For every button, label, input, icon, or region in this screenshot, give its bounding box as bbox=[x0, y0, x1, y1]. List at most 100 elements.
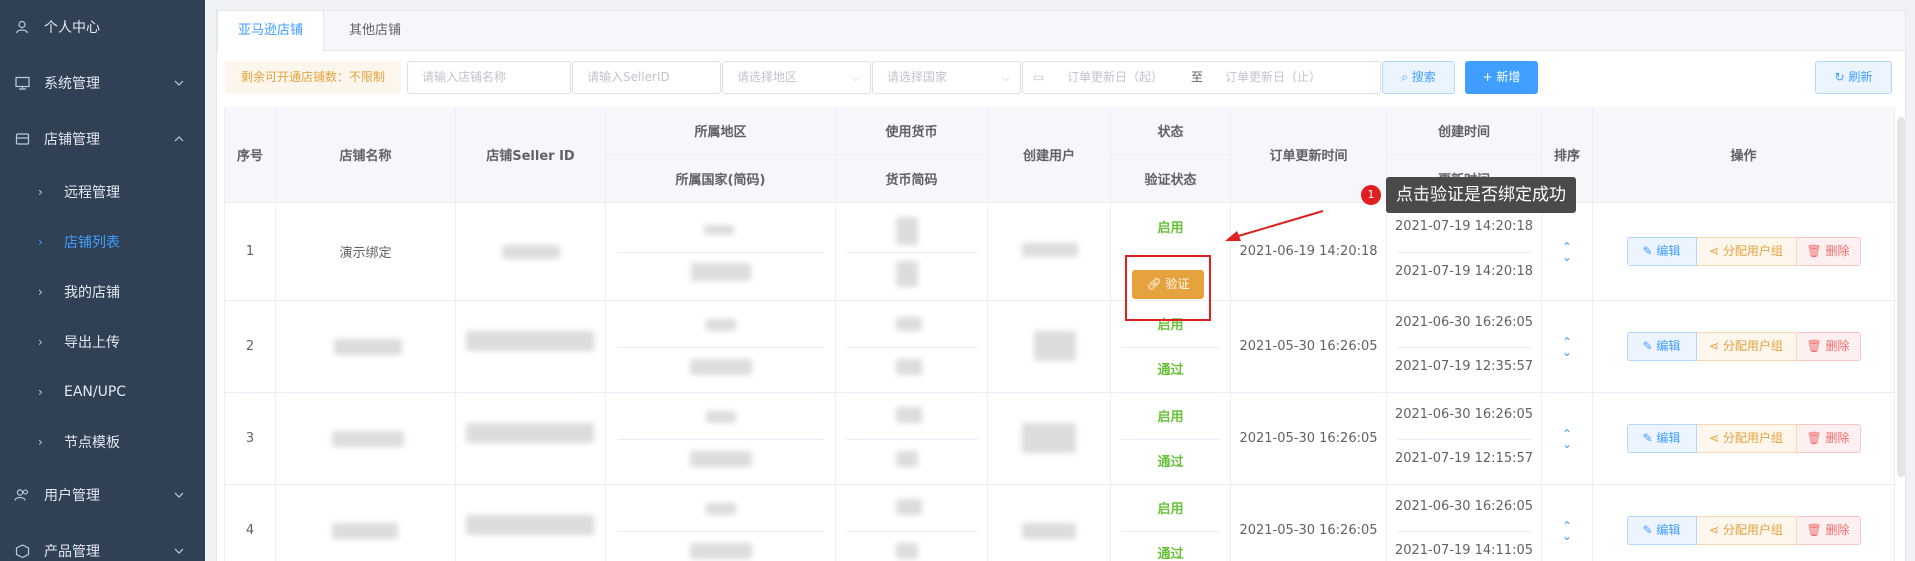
sidebar-item-export-upload[interactable]: › 导出上传 bbox=[0, 317, 205, 367]
cell-divider bbox=[1397, 531, 1532, 532]
row-1-actions: ✎ 编辑 ⋖ 分配用户组 🗑 删除 bbox=[1593, 203, 1895, 301]
redacted-value bbox=[466, 423, 594, 443]
assign-group-button[interactable]: ⋖ 分配用户组 bbox=[1696, 424, 1797, 453]
row-4-region bbox=[606, 485, 836, 561]
annotation-tooltip: 点击验证是否绑定成功 bbox=[1386, 177, 1576, 213]
shop-name-input[interactable]: 请输入店铺名称 bbox=[407, 61, 571, 94]
date-range-picker[interactable]: ▭ 订单更新日（起） 至 订单更新日（止） bbox=[1022, 61, 1381, 94]
region-select[interactable]: 请选择地区 ⌵ bbox=[722, 61, 871, 94]
seller-id-input[interactable]: 请输入SellerID bbox=[572, 61, 721, 94]
edit-button[interactable]: ✎ 编辑 bbox=[1626, 424, 1697, 453]
row-4-status: 启用 通过 bbox=[1111, 485, 1231, 561]
tab-other-stores[interactable]: 其他店铺 bbox=[329, 11, 421, 51]
cell-divider bbox=[1397, 252, 1532, 253]
edit-button[interactable]: ✎ 编辑 bbox=[1626, 237, 1697, 266]
edit-button[interactable]: ✎ 编辑 bbox=[1626, 332, 1697, 361]
cell-divider bbox=[1121, 347, 1221, 348]
search-button[interactable]: ⌕ 搜索 bbox=[1382, 61, 1455, 94]
redacted-value bbox=[466, 331, 594, 351]
row-2-sort: ⌃ ⌄ bbox=[1542, 301, 1593, 393]
store-table: 序号 店铺名称 店铺Seller ID 所属地区 所属国家(简码) 使用货币 货… bbox=[224, 107, 1895, 561]
redacted-value bbox=[896, 499, 922, 515]
row-1-creator bbox=[988, 203, 1111, 301]
step-badge: 1 bbox=[1361, 185, 1381, 205]
row-3-status: 启用 通过 bbox=[1111, 393, 1231, 485]
redacted-value bbox=[690, 543, 752, 559]
link-icon: 🔗︎ bbox=[1146, 277, 1162, 291]
redacted-value bbox=[502, 245, 560, 259]
sidebar-item-system[interactable]: 系统管理 bbox=[0, 58, 205, 108]
row-4-sort: ⌃ ⌄ bbox=[1542, 485, 1593, 561]
sidebar-item-label: 系统管理 bbox=[44, 76, 100, 92]
updated-at: 2021-07-19 14:11:05 bbox=[1394, 543, 1534, 558]
delete-label: 删除 bbox=[1825, 523, 1850, 537]
header-country: 所属国家(简码) bbox=[606, 155, 836, 203]
edit-button[interactable]: ✎ 编辑 bbox=[1626, 516, 1697, 545]
add-button[interactable]: + 新增 bbox=[1465, 61, 1538, 94]
tab-amazon-stores[interactable]: 亚马逊店铺 bbox=[217, 11, 325, 52]
row-4-index: 4 bbox=[225, 485, 276, 561]
sidebar-item-personal-center[interactable]: 个人中心 bbox=[0, 2, 205, 52]
cell-divider bbox=[846, 439, 978, 440]
delete-label: 删除 bbox=[1825, 431, 1850, 445]
redacted-value bbox=[896, 359, 922, 375]
region-select-placeholder: 请选择地区 bbox=[737, 70, 798, 84]
sort-arrows-icon[interactable]: ⌃ ⌄ bbox=[1557, 336, 1577, 358]
cell-divider bbox=[618, 531, 824, 532]
sidebar-item-ean-upc[interactable]: › EAN/UPC bbox=[0, 367, 205, 417]
assign-group-button[interactable]: ⋖ 分配用户组 bbox=[1696, 516, 1797, 545]
created-at: 2021-06-30 16:26:05 bbox=[1394, 407, 1534, 422]
refresh-button[interactable]: ↻ 刷新 bbox=[1815, 61, 1892, 94]
delete-button[interactable]: 🗑 删除 bbox=[1796, 424, 1861, 453]
redacted-value bbox=[896, 217, 918, 245]
row-2-index: 2 bbox=[225, 301, 276, 393]
sidebar-item-label: EAN/UPC bbox=[64, 384, 127, 400]
vertical-scrollbar[interactable] bbox=[1897, 117, 1905, 477]
date-end-placeholder: 订单更新日（止） bbox=[1225, 70, 1322, 84]
sidebar-item-label: 导出上传 bbox=[64, 335, 120, 351]
redacted-value bbox=[706, 411, 736, 423]
sort-arrows-icon[interactable]: ⌃ ⌄ bbox=[1557, 428, 1577, 450]
verify-status-badge: 通过 bbox=[1157, 363, 1184, 378]
edit-label: 编辑 bbox=[1656, 339, 1681, 353]
header-currency: 使用货币 bbox=[836, 107, 988, 155]
action-group: ✎ 编辑 ⋖ 分配用户组 🗑 删除 bbox=[1626, 516, 1861, 545]
row-1-dates: 2021-07-19 14:20:18 2021-07-19 14:20:18 bbox=[1387, 203, 1542, 301]
delete-label: 删除 bbox=[1825, 244, 1850, 258]
quota-notice: 剩余可开通店铺数：不限制 bbox=[225, 61, 401, 94]
sidebar-item-my-stores[interactable]: › 我的店铺 bbox=[0, 267, 205, 317]
cell-divider bbox=[1121, 439, 1221, 440]
user-icon bbox=[14, 19, 30, 35]
box-icon bbox=[14, 543, 30, 559]
date-separator: 至 bbox=[1191, 70, 1204, 84]
header-creator: 创建用户 bbox=[988, 107, 1111, 203]
row-3-region bbox=[606, 393, 836, 485]
cell-divider bbox=[618, 439, 824, 440]
delete-button[interactable]: 🗑 删除 bbox=[1796, 237, 1861, 266]
row-1-region bbox=[606, 203, 836, 301]
header-region: 所属地区 bbox=[606, 107, 836, 155]
assign-group-button[interactable]: ⋖ 分配用户组 bbox=[1696, 332, 1797, 361]
delete-button[interactable]: 🗑 删除 bbox=[1796, 516, 1861, 545]
redacted-value bbox=[896, 317, 922, 331]
status-badge: 启用 bbox=[1157, 502, 1184, 517]
sort-arrows-icon[interactable]: ⌃ ⌄ bbox=[1557, 241, 1577, 263]
delete-button[interactable]: 🗑 删除 bbox=[1796, 332, 1861, 361]
sidebar-item-store-management[interactable]: 店铺管理 bbox=[0, 114, 205, 164]
sidebar-item-node-template[interactable]: › 节点模板 bbox=[0, 417, 205, 467]
sort-arrows-icon[interactable]: ⌃ ⌄ bbox=[1557, 520, 1577, 542]
country-select[interactable]: 请选择国家 ⌵ bbox=[872, 61, 1021, 94]
sidebar-item-remote-management[interactable]: › 远程管理 bbox=[0, 167, 205, 217]
sidebar-item-product-management[interactable]: 产品管理 bbox=[0, 526, 205, 561]
header-actions: 操作 bbox=[1593, 107, 1895, 203]
assign-group-button[interactable]: ⋖ 分配用户组 bbox=[1696, 237, 1797, 266]
search-button-label: 搜索 bbox=[1411, 70, 1436, 84]
redacted-value bbox=[1022, 423, 1076, 453]
sidebar-item-store-list[interactable]: › 店铺列表 bbox=[0, 217, 205, 267]
assign-label: 分配用户组 bbox=[1722, 431, 1783, 445]
cell-divider bbox=[846, 531, 978, 532]
sidebar-item-user-management[interactable]: 用户管理 bbox=[0, 470, 205, 520]
row-3-order-update: 2021-05-30 16:26:05 bbox=[1231, 393, 1387, 485]
chevron-right-icon: › bbox=[38, 185, 43, 199]
verify-button[interactable]: 🔗︎ 验证 bbox=[1132, 270, 1204, 299]
